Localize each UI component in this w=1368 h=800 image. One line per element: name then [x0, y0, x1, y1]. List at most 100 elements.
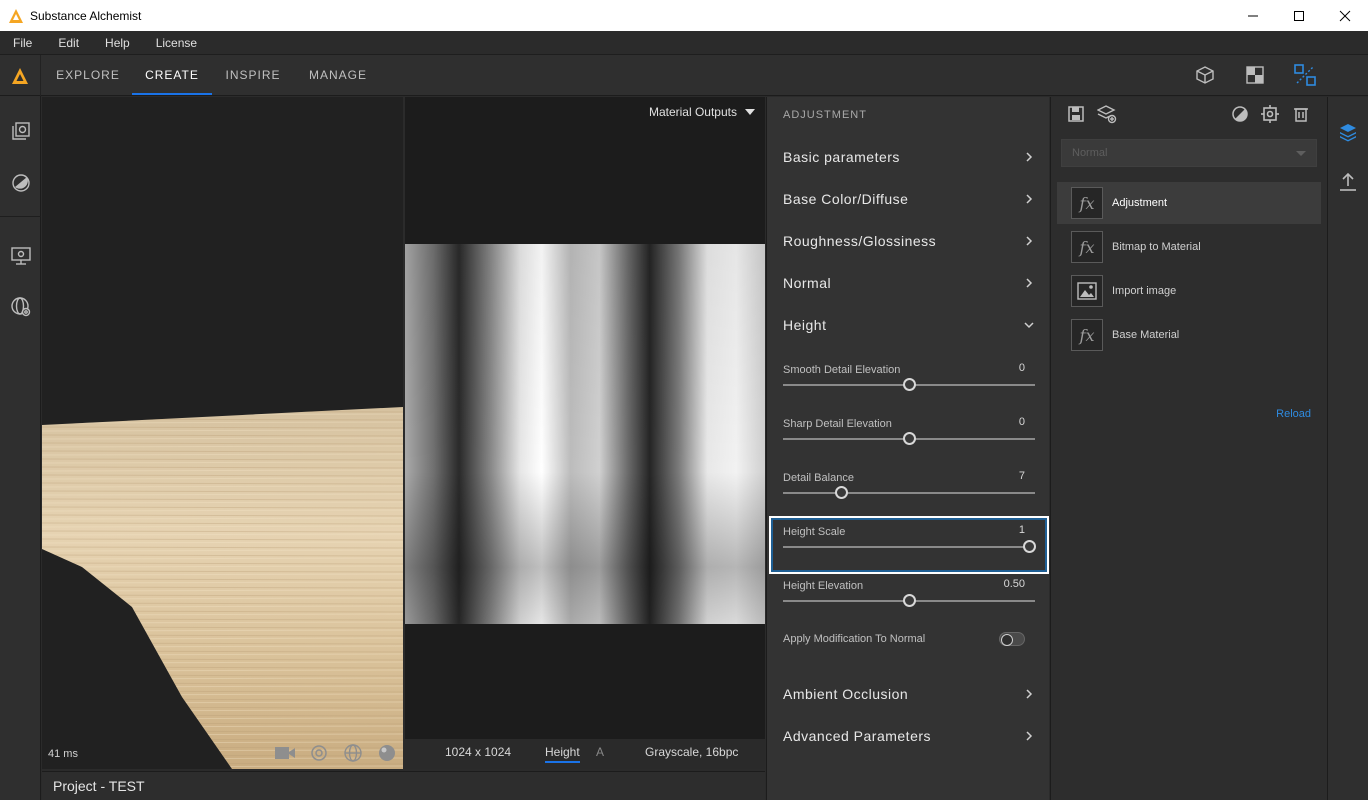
- project-bar: Project - TEST: [42, 771, 765, 800]
- slider-track[interactable]: [783, 492, 1035, 494]
- split-view-icon[interactable]: [1293, 63, 1317, 87]
- chevron-right-icon: [1026, 194, 1033, 204]
- param-value: 0: [1018, 362, 1025, 374]
- globe-settings-icon[interactable]: [8, 294, 34, 320]
- viewport-3d[interactable]: 41 ms: [42, 97, 403, 769]
- layer-stack-panel: Normal fx Adjustment fx Bitmap to Materi…: [1050, 97, 1327, 800]
- height-scale-focus-highlight: [769, 516, 1049, 574]
- toggle-label: Apply Modification To Normal: [783, 633, 926, 645]
- param-label: Sharp Detail Elevation: [783, 418, 892, 430]
- chevron-down-icon: [1296, 151, 1306, 156]
- section-base-color[interactable]: Base Color/Diffuse: [783, 191, 1035, 211]
- param-detail-balance[interactable]: Detail Balance 7: [783, 470, 1035, 514]
- close-icon[interactable]: [1322, 0, 1368, 31]
- export-icon[interactable]: [1336, 170, 1360, 194]
- top-nav: EXPLORE CREATE INSPIRE MANAGE: [0, 55, 1368, 96]
- layer-item-adjustment[interactable]: fx Adjustment: [1057, 182, 1321, 224]
- material-ball-icon[interactable]: [8, 170, 34, 196]
- environment-icon[interactable]: [306, 742, 332, 764]
- library-icon[interactable]: [8, 118, 34, 144]
- tab-manage[interactable]: MANAGE: [298, 55, 378, 95]
- apply-modification-toggle[interactable]: [999, 632, 1025, 646]
- trash-icon[interactable]: [1290, 103, 1312, 125]
- layer-name: Bitmap to Material: [1112, 241, 1201, 253]
- fx-icon: fx: [1071, 319, 1103, 351]
- param-smooth-detail-elevation[interactable]: Smooth Detail Elevation 0: [783, 362, 1035, 406]
- chevron-down-icon: [1024, 322, 1034, 329]
- camera-icon[interactable]: [272, 742, 298, 764]
- chevron-right-icon: [1026, 278, 1033, 288]
- menu-license[interactable]: License: [143, 36, 210, 50]
- slider-handle[interactable]: [903, 378, 916, 391]
- section-label: Normal: [783, 275, 832, 291]
- save-icon[interactable]: [1065, 103, 1087, 125]
- chevron-right-icon: [1026, 236, 1033, 246]
- layer-item-import-image[interactable]: Import image: [1057, 270, 1321, 312]
- mask-icon[interactable]: [1229, 103, 1251, 125]
- reload-link[interactable]: Reload: [1276, 408, 1311, 420]
- layer-name: Adjustment: [1112, 197, 1168, 209]
- sphere-icon[interactable]: [374, 742, 400, 764]
- maximize-icon[interactable]: [1276, 0, 1322, 31]
- section-height[interactable]: Height: [783, 317, 1035, 337]
- minimize-icon[interactable]: [1230, 0, 1276, 31]
- menu-file[interactable]: File: [0, 36, 45, 50]
- blend-mode-select[interactable]: Normal: [1061, 139, 1317, 167]
- section-advanced-parameters[interactable]: Advanced Parameters: [783, 728, 1035, 748]
- section-label: Roughness/Glossiness: [783, 233, 937, 249]
- layer-item-bitmap-to-material[interactable]: fx Bitmap to Material: [1057, 226, 1321, 268]
- texture-resolution: 1024 x 1024: [445, 745, 512, 759]
- chevron-right-icon: [1026, 731, 1033, 741]
- param-height-elevation[interactable]: Height Elevation 0.50: [783, 578, 1035, 622]
- menu-help[interactable]: Help: [92, 36, 143, 50]
- substance-settings-icon[interactable]: [1259, 103, 1281, 125]
- image-icon: [1071, 275, 1103, 307]
- param-label: Height Elevation: [783, 580, 864, 592]
- view2d-footer: 1024 x 1024 Height A Grayscale, 16bpc: [405, 739, 765, 769]
- fx-icon: fx: [1071, 231, 1103, 263]
- param-label: Detail Balance: [783, 472, 854, 484]
- chevron-right-icon: [1026, 152, 1033, 162]
- material-surface-render: [42, 407, 403, 769]
- menu-edit[interactable]: Edit: [45, 36, 92, 50]
- right-rail: [1327, 97, 1368, 800]
- view-2d[interactable]: Material Outputs 1024 x 1024 Height A Gr…: [405, 97, 765, 769]
- tab-inspire[interactable]: INSPIRE: [215, 55, 291, 95]
- menu-bar: File Edit Help License: [0, 31, 1368, 55]
- add-layer-icon[interactable]: [1096, 103, 1118, 125]
- channel-tab-height[interactable]: Height: [545, 745, 580, 763]
- tab-create[interactable]: CREATE: [132, 55, 212, 95]
- layers-icon[interactable]: [1336, 120, 1360, 144]
- blend-mode-value: Normal: [1072, 147, 1108, 159]
- section-basic-parameters[interactable]: Basic parameters: [783, 149, 1035, 169]
- section-label: Ambient Occlusion: [783, 686, 909, 702]
- adjustment-panel: ADJUSTMENT Basic parameters Base Color/D…: [766, 97, 1049, 800]
- param-label: Smooth Detail Elevation: [783, 364, 901, 376]
- section-label: Base Color/Diffuse: [783, 191, 909, 207]
- section-ambient-occlusion[interactable]: Ambient Occlusion: [783, 686, 1035, 706]
- layer-name: Base Material: [1112, 329, 1180, 341]
- param-value: 7: [1018, 470, 1025, 482]
- section-label: Basic parameters: [783, 149, 900, 165]
- slider-handle[interactable]: [903, 594, 916, 607]
- window-title: Substance Alchemist: [30, 8, 142, 23]
- grid-sphere-icon[interactable]: [340, 742, 366, 764]
- material-outputs-dropdown[interactable]: Material Outputs: [649, 105, 755, 119]
- cube-view-icon[interactable]: [1193, 63, 1217, 87]
- slider-handle[interactable]: [903, 432, 916, 445]
- monitor-settings-icon[interactable]: [8, 243, 34, 269]
- left-rail: [0, 96, 41, 800]
- slider-handle[interactable]: [834, 486, 848, 499]
- param-value: 0: [1018, 416, 1025, 428]
- layer-item-base-material[interactable]: fx Base Material: [1057, 314, 1321, 356]
- frame-time: 41 ms: [48, 748, 78, 760]
- section-roughness[interactable]: Roughness/Glossiness: [783, 233, 1035, 253]
- param-sharp-detail-elevation[interactable]: Sharp Detail Elevation 0: [783, 416, 1035, 460]
- layer-name: Import image: [1112, 285, 1177, 297]
- section-normal[interactable]: Normal: [783, 275, 1035, 295]
- alchemist-logo-icon: [0, 55, 41, 96]
- channel-tab-next[interactable]: A: [596, 745, 604, 759]
- tab-explore[interactable]: EXPLORE: [47, 55, 129, 95]
- checker-view-icon[interactable]: [1243, 63, 1267, 87]
- apply-modification-row: Apply Modification To Normal: [783, 631, 1035, 651]
